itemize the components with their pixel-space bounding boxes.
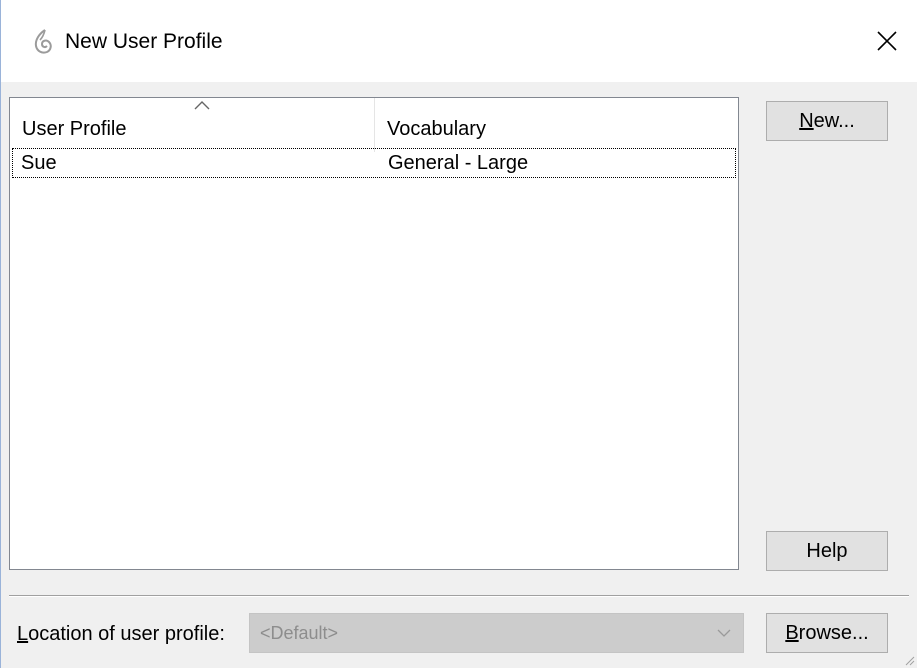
sort-ascending-icon bbox=[194, 101, 210, 110]
button-label: rowse... bbox=[798, 621, 869, 644]
dragon-icon bbox=[31, 28, 55, 56]
user-profile-list[interactable]: User Profile Vocabulary Sue General - La… bbox=[9, 97, 739, 570]
new-button[interactable]: New... bbox=[766, 101, 888, 141]
location-label: Location of user profile: bbox=[17, 623, 225, 646]
resize-grip-icon[interactable] bbox=[903, 654, 915, 666]
button-label: ew... bbox=[813, 109, 855, 132]
mnemonic: B bbox=[785, 621, 799, 644]
location-combobox[interactable]: <Default> bbox=[249, 613, 744, 653]
close-button[interactable] bbox=[856, 10, 917, 72]
column-header-vocabulary[interactable]: Vocabulary bbox=[375, 98, 738, 152]
mnemonic: N bbox=[799, 109, 814, 132]
column-header-user-profile[interactable]: User Profile bbox=[10, 98, 375, 152]
column-header-label: User Profile bbox=[22, 118, 127, 140]
window-title: New User Profile bbox=[65, 30, 223, 53]
list-header: User Profile Vocabulary bbox=[10, 98, 738, 152]
list-row[interactable]: Sue General - Large bbox=[12, 148, 736, 178]
help-button[interactable]: Help bbox=[766, 531, 888, 571]
cell-vocabulary: General - Large bbox=[388, 152, 529, 174]
location-value: <Default> bbox=[260, 623, 339, 643]
close-icon bbox=[877, 31, 897, 51]
new-user-profile-dialog: New User Profile User Profile Vocabulary… bbox=[0, 0, 917, 668]
button-label: Help bbox=[806, 539, 848, 562]
mnemonic: L bbox=[17, 623, 29, 645]
chevron-down-icon bbox=[717, 629, 731, 637]
separator bbox=[9, 595, 909, 597]
title-bar: New User Profile bbox=[1, 0, 917, 82]
column-header-label: Vocabulary bbox=[387, 118, 486, 140]
browse-button[interactable]: Browse... bbox=[766, 613, 888, 653]
cell-user-profile: Sue bbox=[21, 152, 57, 174]
label-text: ocation of user profile: bbox=[28, 623, 225, 645]
